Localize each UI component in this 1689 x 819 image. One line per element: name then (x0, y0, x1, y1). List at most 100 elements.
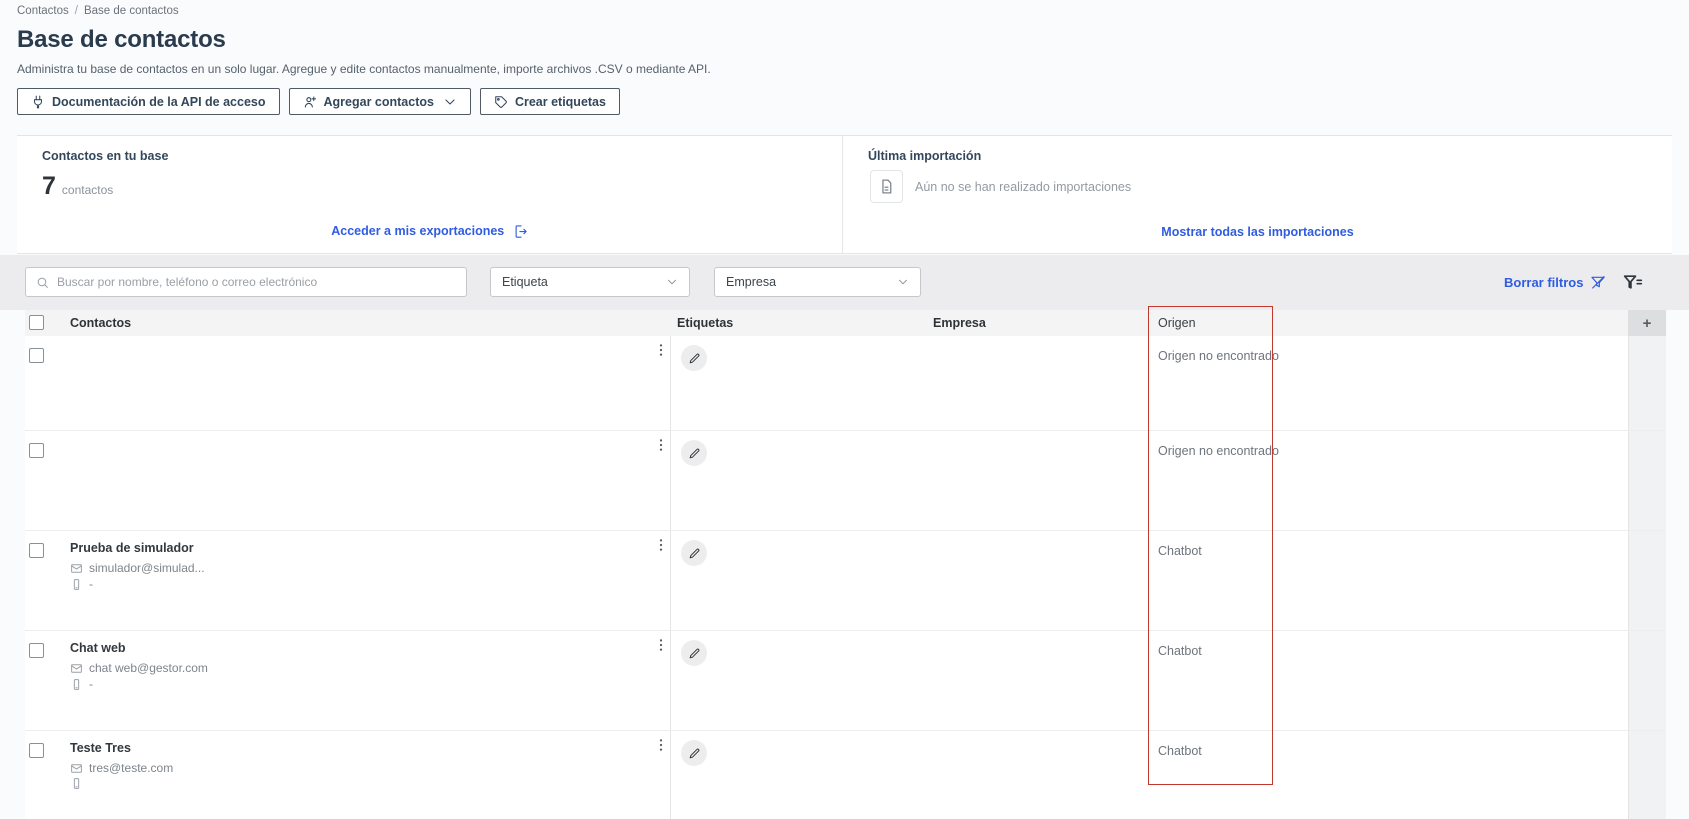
table-header: Contactos Etiquetas Empresa Origen + (25, 310, 1666, 336)
add-column-strip (1628, 731, 1666, 819)
origin-value: Origen no encontrado (1158, 444, 1279, 458)
column-header-company[interactable]: Empresa (933, 316, 986, 330)
column-divider (670, 731, 671, 819)
add-column-strip (1628, 431, 1666, 530)
tag-filter-label: Etiqueta (502, 275, 548, 289)
search-box (25, 267, 467, 297)
contact-phone: - (70, 677, 93, 691)
add-column-button[interactable]: + (1628, 310, 1666, 336)
show-imports-link[interactable]: Mostrar todas las importaciones (843, 225, 1672, 239)
breadcrumb-current: Base de contactos (83, 5, 179, 17)
email-icon (71, 763, 82, 773)
tag-icon (495, 95, 507, 108)
export-link[interactable]: Acceder a mis exportaciones (17, 224, 842, 239)
kebab-menu-icon (659, 739, 663, 751)
toolbar: Documentación de la API de acceso Agrega… (17, 88, 620, 115)
table-row: Teste Tres tres@teste.com Chatbot (25, 731, 1666, 819)
search-icon (37, 277, 48, 288)
column-divider (670, 431, 671, 530)
kebab-menu-icon (659, 344, 663, 356)
column-divider (670, 336, 671, 430)
contact-phone: - (70, 577, 93, 591)
contact-email: chat web@gestor.com (70, 661, 208, 675)
add-contacts-label: Agregar contactos (323, 94, 434, 109)
search-input[interactable] (57, 275, 456, 289)
row-checkbox[interactable] (29, 543, 44, 558)
edit-pencil-icon (689, 648, 699, 658)
contact-email-text: tres@teste.com (89, 761, 174, 775)
row-checkbox[interactable] (29, 443, 44, 458)
origin-value: Chatbot (1158, 744, 1202, 758)
edit-tags-button[interactable] (681, 440, 707, 466)
edit-pencil-icon (689, 548, 699, 558)
edit-tags-button[interactable] (681, 345, 707, 371)
last-import-card: Última importación Aún no se han realiza… (842, 136, 1672, 253)
add-contacts-button[interactable]: Agregar contactos (288, 88, 471, 115)
page-title: Base de contactos (17, 26, 226, 53)
phone-icon (73, 578, 80, 590)
api-docs-button[interactable]: Documentación de la API de acceso (17, 88, 280, 115)
clear-filter-icon (1591, 276, 1606, 289)
edit-tags-button[interactable] (681, 540, 707, 566)
kebab-menu-icon (659, 439, 663, 451)
add-user-icon (304, 96, 316, 107)
contacts-count-card: Contactos en tu base 7 contactos Acceder … (17, 136, 842, 253)
email-icon (71, 563, 82, 573)
contact-name[interactable]: Prueba de simulador (70, 541, 194, 555)
contacts-count-number: 7 (42, 172, 56, 200)
clear-filters-link[interactable]: Borrar filtros (1504, 274, 1606, 290)
breadcrumb-contactos[interactable]: Contactos (17, 5, 69, 17)
breadcrumb-separator: / (74, 5, 78, 17)
kebab-menu-icon (659, 539, 663, 551)
contacts-table: Contactos Etiquetas Empresa Origen + Ori… (25, 310, 1666, 819)
clear-filters-label: Borrar filtros (1504, 274, 1584, 290)
kebab-menu-icon (659, 639, 663, 651)
create-tags-label: Crear etiquetas (514, 94, 606, 109)
page-subtitle: Administra tu base de contactos en un so… (17, 62, 711, 76)
add-column-strip (1628, 531, 1666, 630)
edit-pencil-icon (689, 353, 699, 363)
column-header-origin[interactable]: Origen (1158, 316, 1196, 330)
column-header-tags[interactable]: Etiquetas (677, 316, 733, 330)
chevron-down-icon (668, 279, 676, 285)
edit-tags-button[interactable] (681, 740, 707, 766)
origin-value: Chatbot (1158, 644, 1202, 658)
origin-value: Origen no encontrado (1158, 349, 1279, 363)
breadcrumb: Contactos / Base de contactos (17, 5, 179, 17)
table-row: Prueba de simulador simulador@simulad...… (25, 531, 1666, 631)
contact-phone-text: - (89, 577, 93, 591)
contacts-count-unit: contactos (61, 183, 114, 197)
plug-icon (33, 95, 43, 108)
origin-value: Chatbot (1158, 544, 1202, 558)
import-card-title: Última importación (868, 149, 982, 163)
table-row: Chat web chat web@gestor.com - Chatbot (25, 631, 1666, 731)
contact-name[interactable]: Chat web (70, 641, 126, 655)
email-icon (71, 663, 82, 673)
select-all-checkbox[interactable] (29, 315, 44, 330)
api-docs-label: Documentación de la API de acceso (52, 94, 266, 109)
import-empty-message: Aún no se han realizado importaciones (915, 180, 1132, 194)
edit-tags-button[interactable] (681, 640, 707, 666)
contact-name[interactable]: Teste Tres (70, 741, 131, 755)
edit-pencil-icon (689, 448, 699, 458)
column-header-contacts[interactable]: Contactos (70, 316, 131, 330)
table-row: Origen no encontrado (25, 431, 1666, 531)
company-filter-select[interactable]: Empresa (714, 267, 921, 297)
contacts-page: Contactos / Base de contactos Base de cont… (0, 0, 1689, 819)
summary-panel: Contactos en tu base 7 contactos Acceder … (17, 135, 1672, 254)
tag-filter-select[interactable]: Etiqueta (490, 267, 690, 297)
column-divider (670, 531, 671, 630)
company-filter-label: Empresa (726, 275, 777, 289)
export-link-label: Acceder a mis exportaciones (331, 223, 505, 238)
add-column-strip (1628, 631, 1666, 730)
chevron-down-icon (445, 98, 455, 105)
row-checkbox[interactable] (29, 743, 44, 758)
row-checkbox[interactable] (29, 643, 44, 658)
filter-settings-icon[interactable] (1623, 272, 1645, 292)
phone-icon (73, 778, 80, 789)
row-checkbox[interactable] (29, 348, 44, 363)
contact-email-text: simulador@simulad... (89, 561, 205, 575)
contact-email: simulador@simulad... (70, 561, 205, 575)
create-tags-button[interactable]: Crear etiquetas (479, 88, 620, 115)
edit-pencil-icon (689, 748, 699, 758)
